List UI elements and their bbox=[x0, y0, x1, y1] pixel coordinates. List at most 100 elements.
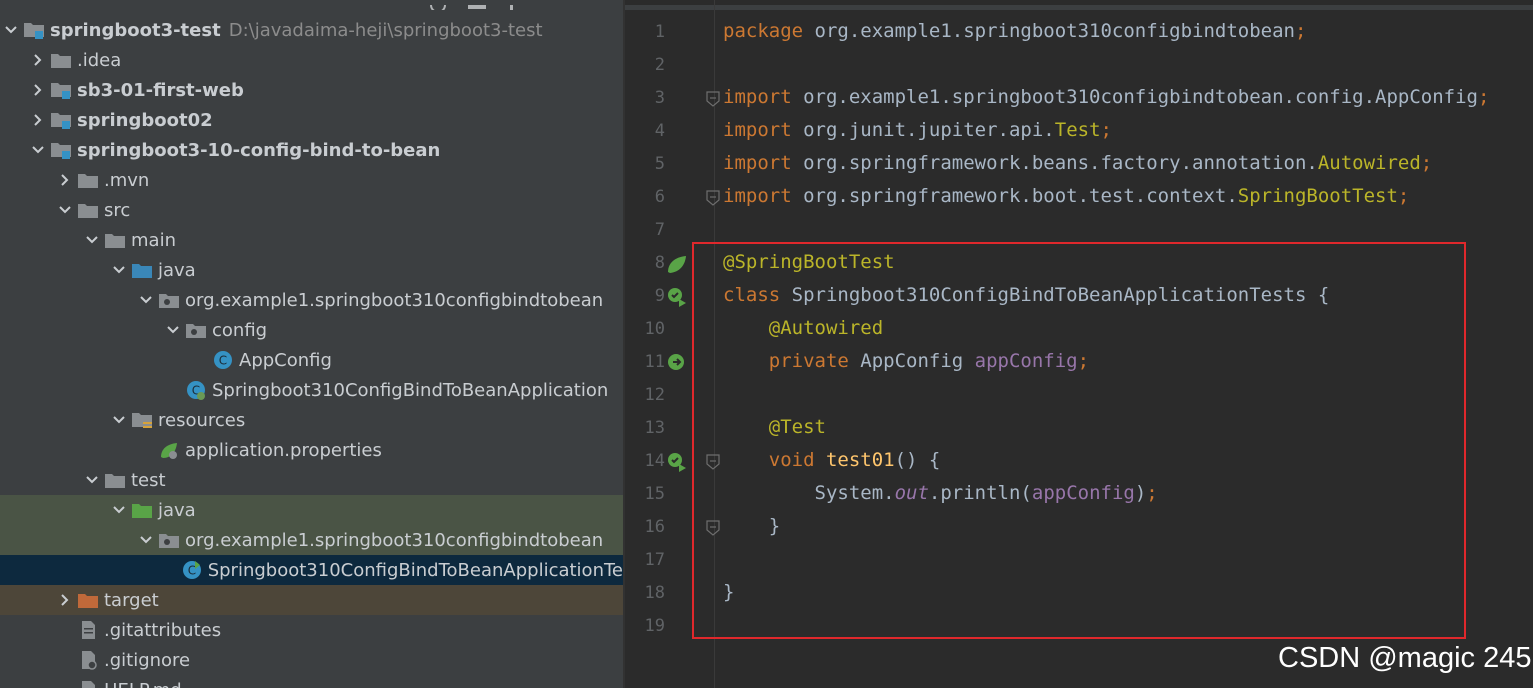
code-token: @Autowired bbox=[768, 317, 884, 339]
fold-icon[interactable] bbox=[706, 520, 720, 536]
tree-item-label: springboot3-10-config-bind-to-bean bbox=[77, 139, 441, 161]
line-number: 7 bbox=[654, 220, 665, 240]
code-token: ; bbox=[1420, 152, 1433, 174]
code-token: org.example1.springboot310configbindtobe… bbox=[814, 20, 1295, 42]
tree-item-label: sb3-01-first-web bbox=[77, 79, 244, 101]
expand-arrow-icon[interactable] bbox=[108, 503, 130, 517]
expand-arrow-icon[interactable] bbox=[108, 413, 130, 427]
code-line[interactable]: @Test bbox=[723, 416, 826, 438]
line-number: 10 bbox=[644, 319, 665, 339]
expand-arrow-icon[interactable] bbox=[162, 323, 184, 337]
tree-item[interactable]: java bbox=[0, 255, 623, 285]
package-icon bbox=[157, 529, 181, 551]
test-folder-icon bbox=[130, 499, 154, 521]
tree-item[interactable]: C Springboot310ConfigBindToBeanApplicatio… bbox=[0, 375, 623, 405]
expand-arrow-icon[interactable] bbox=[81, 473, 103, 487]
tree-item[interactable]: test bbox=[0, 465, 623, 495]
code-line[interactable]: private AppConfig appConfig; bbox=[723, 350, 1089, 372]
line-number: 15 bbox=[644, 484, 665, 504]
run-test-icon[interactable] bbox=[665, 285, 689, 309]
tree-item[interactable]: .gitattributes bbox=[0, 615, 623, 645]
tree-item[interactable]: resources bbox=[0, 405, 623, 435]
tree-item[interactable]: java bbox=[0, 495, 623, 525]
folder-icon bbox=[49, 49, 73, 71]
expand-arrow-icon[interactable] bbox=[27, 143, 49, 157]
expand-arrow-icon[interactable] bbox=[54, 203, 76, 217]
line-number: 13 bbox=[644, 418, 665, 438]
line-number: 6 bbox=[654, 187, 665, 207]
tree-item-label: resources bbox=[158, 409, 246, 431]
code-line[interactable]: import org.springframework.boot.test.con… bbox=[723, 185, 1409, 207]
code-token: AppConfig bbox=[860, 350, 975, 372]
code-line[interactable]: package org.example1.springboot310config… bbox=[723, 20, 1306, 42]
code-token: ) bbox=[1134, 482, 1147, 504]
code-token: () { bbox=[894, 449, 941, 471]
tree-item-label: test bbox=[131, 469, 166, 491]
tree-item[interactable]: .mvn bbox=[0, 165, 623, 195]
collapse-arrow-icon[interactable] bbox=[27, 53, 49, 67]
tree-item[interactable]: C Springboot310ConfigBindToBeanApplicatio… bbox=[0, 555, 623, 585]
resources-folder-icon bbox=[130, 409, 154, 431]
tree-item[interactable]: C AppConfig bbox=[0, 345, 623, 375]
code-editor[interactable]: 1 package org.example1.springboot310confi… bbox=[625, 0, 1533, 688]
expand-arrow-icon[interactable] bbox=[108, 263, 130, 277]
tree-item[interactable]: config bbox=[0, 315, 623, 345]
collapse-arrow-icon[interactable] bbox=[54, 593, 76, 607]
code-line[interactable]: @SpringBootTest bbox=[723, 251, 895, 273]
tree-item-label: .idea bbox=[77, 49, 122, 71]
fold-icon[interactable] bbox=[706, 190, 720, 206]
fold-icon[interactable] bbox=[706, 91, 720, 107]
tree-item[interactable]: src bbox=[0, 195, 623, 225]
module-icon bbox=[49, 79, 73, 101]
watermark: CSDN @magic 245 bbox=[1278, 642, 1532, 674]
code-line[interactable]: import org.springframework.beans.factory… bbox=[723, 152, 1432, 174]
tree-item[interactable]: springboot3-test D:\javadaima-heji\spring… bbox=[0, 15, 623, 45]
line-number: 18 bbox=[644, 583, 665, 603]
collapse-arrow-icon[interactable] bbox=[54, 173, 76, 187]
collapse-arrow-icon[interactable] bbox=[27, 83, 49, 97]
folder-icon bbox=[103, 229, 127, 251]
tree-item[interactable]: springboot02 bbox=[0, 105, 623, 135]
expand-arrow-icon[interactable] bbox=[0, 23, 22, 37]
code-token: } bbox=[723, 515, 781, 537]
code-token: Springboot310ConfigBindToBeanApplication… bbox=[791, 284, 1307, 306]
code-token: org.springframework.boot.test.context. bbox=[803, 185, 1238, 207]
spring-bean-icon[interactable] bbox=[665, 252, 689, 276]
code-line[interactable]: void test01() { bbox=[723, 449, 941, 471]
code-line[interactable]: class Springboot310ConfigBindToBeanAppli… bbox=[723, 284, 1329, 306]
expand-arrow-icon[interactable] bbox=[81, 233, 103, 247]
line-number: 17 bbox=[644, 550, 665, 570]
tree-item[interactable]: sb3-01-first-web bbox=[0, 75, 623, 105]
tree-item-label: .mvn bbox=[104, 169, 150, 191]
tree-item[interactable]: org.example1.springboot310configbindtobe… bbox=[0, 525, 623, 555]
tree-item[interactable]: target bbox=[0, 585, 623, 615]
code-token: ; bbox=[1477, 86, 1490, 108]
autowired-icon[interactable] bbox=[665, 351, 689, 375]
tree-item[interactable]: org.example1.springboot310configbindtobe… bbox=[0, 285, 623, 315]
code-line[interactable]: import org.example1.springboot310configb… bbox=[723, 86, 1489, 108]
code-token: test01 bbox=[825, 449, 895, 471]
run-test-icon[interactable] bbox=[665, 450, 689, 474]
code-line[interactable]: import org.junit.jupiter.api.Test; bbox=[723, 119, 1112, 141]
tree-item[interactable]: application.properties bbox=[0, 435, 623, 465]
tree-item-label: java bbox=[158, 259, 196, 281]
tree-item-label: Springboot310ConfigBindToBeanApplication bbox=[212, 379, 609, 401]
tree-item[interactable]: springboot3-10-config-bind-to-bean bbox=[0, 135, 623, 165]
expand-arrow-icon[interactable] bbox=[135, 533, 157, 547]
code-line[interactable]: } bbox=[723, 515, 780, 537]
tree-item[interactable]: HELP.md bbox=[0, 675, 623, 688]
code-token: void bbox=[768, 449, 826, 471]
tree-item[interactable]: .idea bbox=[0, 45, 623, 75]
tree-item[interactable]: .gitignore bbox=[0, 645, 623, 675]
expand-arrow-icon[interactable] bbox=[135, 293, 157, 307]
code-line[interactable]: } bbox=[723, 581, 734, 603]
tree-item[interactable]: main bbox=[0, 225, 623, 255]
collapse-arrow-icon[interactable] bbox=[27, 113, 49, 127]
code-line[interactable]: System.out.println(appConfig); bbox=[723, 482, 1158, 504]
test-class-icon: C bbox=[180, 559, 204, 581]
code-line[interactable]: @Autowired bbox=[723, 317, 883, 339]
fold-icon[interactable] bbox=[706, 454, 720, 470]
tree-item-label: target bbox=[104, 589, 159, 611]
svg-text:C: C bbox=[188, 564, 196, 578]
